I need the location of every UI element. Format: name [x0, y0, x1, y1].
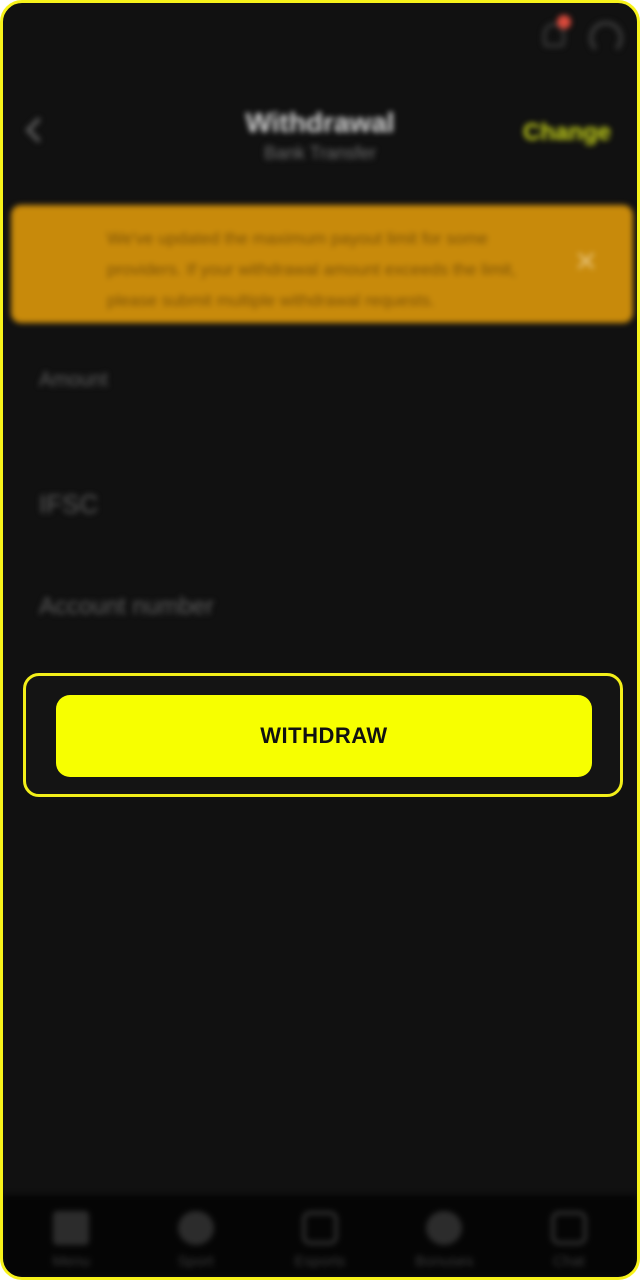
nav-item-esports[interactable]: Esports — [270, 1195, 370, 1277]
nav-item-chat[interactable]: Chat — [519, 1195, 619, 1277]
nav-item-bonuses[interactable]: Bonuses — [394, 1195, 494, 1277]
withdraw-highlight: WITHDRAW — [23, 673, 623, 797]
menu-icon — [53, 1211, 90, 1245]
refresh-icon[interactable] — [589, 21, 623, 55]
bonuses-icon — [426, 1211, 463, 1245]
notice-text: We've updated the maximum payout limit f… — [107, 229, 517, 310]
nav-label: Bonuses — [415, 1253, 474, 1270]
nav-label: Esports — [294, 1253, 346, 1270]
bottom-nav: Menu Sport Esports Bonuses Chat — [3, 1195, 637, 1277]
ifsc-field[interactable]: IFSC — [39, 489, 98, 520]
nav-item-menu[interactable]: Menu — [21, 1195, 121, 1277]
notification-badge — [557, 15, 571, 29]
header: Withdrawal Bank Transfer Change — [3, 93, 637, 183]
change-button[interactable]: Change — [523, 119, 611, 147]
withdraw-button[interactable]: WITHDRAW — [56, 695, 592, 777]
chat-icon — [550, 1211, 587, 1245]
top-icons — [537, 15, 623, 55]
notice-banner: We've updated the maximum payout limit f… — [11, 205, 633, 323]
account-number-field[interactable]: Account number — [39, 593, 214, 621]
nav-label: Sport — [177, 1253, 214, 1270]
nav-label: Chat — [552, 1253, 585, 1270]
nav-label: Menu — [52, 1253, 90, 1270]
sport-icon — [177, 1211, 214, 1245]
notification-bell-icon[interactable] — [537, 15, 571, 51]
amount-field[interactable]: Amount — [39, 369, 108, 392]
close-icon[interactable]: ✕ — [573, 248, 599, 276]
nav-item-sport[interactable]: Sport — [146, 1195, 246, 1277]
app-frame: Withdrawal Bank Transfer Change We've up… — [0, 0, 640, 1280]
esports-icon — [301, 1211, 338, 1245]
